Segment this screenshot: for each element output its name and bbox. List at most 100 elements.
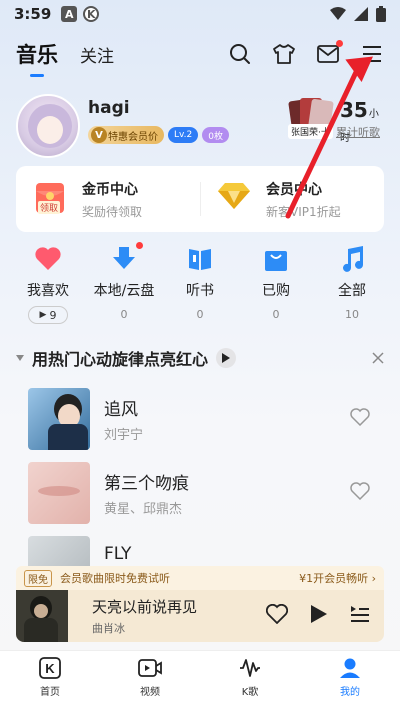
favorites-count: 9 [49, 308, 57, 322]
song-title: 第三个吻痕 [104, 474, 189, 494]
tab-music[interactable]: 音乐 [16, 39, 58, 69]
shortcut-count: 0 [272, 308, 280, 321]
menu-button[interactable] [360, 42, 384, 66]
list-item[interactable]: 第三个吻痕 黄星、邱鼎杰 [28, 462, 384, 524]
soundwave-icon [240, 659, 260, 677]
search-icon [230, 44, 250, 64]
nav-label: 视频 [140, 687, 160, 698]
shortcut-all[interactable]: 全部 10 [314, 244, 390, 324]
now-playing-artist: 曲肖冰 [92, 622, 125, 635]
top-nav: 音乐 关注 [0, 34, 400, 74]
shortcut-favorites[interactable]: 我喜欢 ▶ 9 [10, 244, 86, 324]
play-recommend-button[interactable] [216, 348, 237, 368]
promo-cta[interactable]: ¥1开会员畅听 › [299, 570, 376, 586]
mini-player[interactable]: 天亮以前说再见 曲肖冰 [16, 590, 384, 642]
free-tag: 限免 [24, 569, 52, 587]
nav-label: 我的 [340, 687, 360, 698]
claim-badge: 领取 [38, 201, 61, 214]
mail-icon [317, 45, 339, 63]
heart-outline-icon [350, 408, 370, 427]
close-recommend-button[interactable] [372, 349, 384, 368]
nav-karaoke[interactable]: K歌 [200, 651, 300, 710]
now-playing-cover [16, 590, 68, 642]
coin-center-button[interactable]: 领取 金币中心 奖励待领取 [16, 166, 200, 232]
list-item[interactable]: FLY [28, 536, 384, 566]
battery-icon [376, 6, 386, 22]
listen-label[interactable]: 累计听歌 [336, 124, 380, 140]
listen-hours-value: 35 [340, 98, 368, 122]
shortcut-local-cloud[interactable]: 本地/云盘 0 [86, 242, 162, 324]
close-icon [372, 351, 384, 364]
shortcut-label: 听书 [186, 283, 214, 299]
nav-label: K歌 [241, 687, 259, 698]
play-favorites-button[interactable]: ▶ 9 [28, 306, 68, 324]
home-k-icon: K [39, 657, 61, 679]
bottom-nav: K 首页 视频 K歌 我的 [0, 650, 400, 710]
diamond-icon [216, 181, 252, 217]
book-icon [189, 249, 211, 270]
hamburger-menu-icon [363, 46, 381, 62]
play-icon [222, 353, 231, 363]
play-icon [311, 605, 327, 623]
medal-badge[interactable]: 0枚 [202, 127, 229, 143]
tab-follow[interactable]: 关注 [80, 42, 114, 67]
recommend-header: 用热门心动旋律点亮红心 [16, 346, 384, 370]
shortcut-label: 我喜欢 [27, 283, 69, 299]
heart-outline-icon [350, 482, 370, 501]
username[interactable]: hagi [88, 98, 130, 118]
heart-icon [35, 247, 61, 270]
profile-section: hagi 特惠会员价 Lv.2 0枚 张国荣·十 35小时 累计听歌 [16, 94, 384, 164]
list-item[interactable]: 追风 刘宇宁 [28, 388, 384, 450]
shortcut-count: 10 [345, 308, 359, 321]
song-cover [28, 536, 90, 566]
coin-center-subtitle: 奖励待领取 [82, 204, 143, 219]
now-playing-title: 天亮以前说再见 [92, 598, 198, 616]
member-center-subtitle: 新客VIP1折起 [266, 204, 341, 219]
shortcut-count: 0 [196, 308, 204, 321]
song-cover [28, 388, 90, 450]
like-now-playing-button[interactable] [265, 603, 289, 628]
like-song-button[interactable] [350, 482, 370, 504]
user-icon [340, 658, 360, 678]
shortcut-label: 本地/云盘 [93, 283, 155, 299]
song-artist: 刘宇宁 [104, 428, 144, 443]
vip-badge[interactable]: 特惠会员价 [88, 126, 164, 144]
promo-bar[interactable]: 限免 会员歌曲限时免费试听 ¥1开会员畅听 › [16, 566, 384, 590]
nav-home[interactable]: K 首页 [0, 651, 100, 710]
collapse-triangle-icon[interactable] [16, 355, 24, 361]
shortcut-audiobooks[interactable]: 听书 0 [162, 244, 238, 324]
member-center-title: 会员中心 [266, 181, 322, 198]
song-title: 追风 [104, 400, 138, 420]
unread-dot [336, 40, 343, 47]
shortcut-purchased[interactable]: 已购 0 [238, 244, 314, 324]
messages-button[interactable] [316, 40, 343, 66]
play-button[interactable] [310, 604, 328, 628]
song-title: FLY [104, 544, 132, 564]
search-button[interactable] [228, 42, 252, 66]
avatar[interactable] [16, 94, 80, 158]
shortcut-grid: 我喜欢 ▶ 9 本地/云盘 0 听书 0 已购 0 全部 10 [10, 242, 390, 324]
red-envelope-icon: 领取 [32, 181, 68, 217]
notification-k-icon: K [83, 6, 100, 22]
shortcut-label: 已购 [262, 283, 290, 299]
recommend-title: 用热门心动旋律点亮红心 [32, 350, 209, 369]
nav-label: 首页 [40, 687, 60, 698]
video-icon [138, 659, 162, 677]
shortcut-count: 0 [120, 308, 128, 321]
shopping-bag-icon [265, 251, 287, 271]
promo-text: 会员歌曲限时免费试听 [60, 572, 170, 585]
song-cover [28, 462, 90, 524]
tshirt-icon [273, 44, 295, 64]
nav-mine[interactable]: 我的 [300, 651, 400, 710]
shortcut-label: 全部 [338, 283, 366, 299]
member-center-button[interactable]: 会员中心 新客VIP1折起 [200, 166, 384, 232]
level-badge[interactable]: Lv.2 [168, 127, 199, 143]
notification-a-icon: A [61, 6, 78, 22]
playlist-button[interactable] [350, 605, 370, 627]
like-song-button[interactable] [350, 408, 370, 430]
wifi-icon [330, 7, 346, 20]
download-icon [113, 247, 135, 269]
nav-video[interactable]: 视频 [100, 651, 200, 710]
dress-up-button[interactable] [272, 42, 296, 66]
status-time: 3:59 [14, 5, 52, 23]
